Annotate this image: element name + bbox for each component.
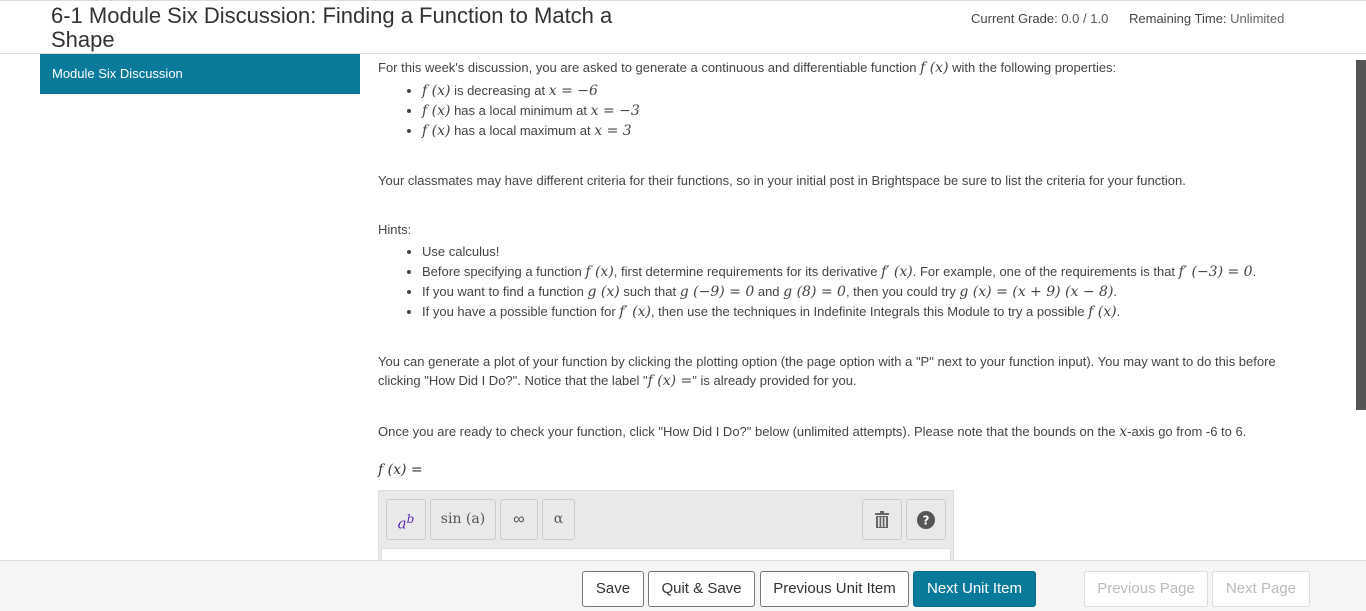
- help-icon: ?: [917, 511, 935, 529]
- footer-bar: Save Quit & Save Previous Unit Item Next…: [0, 560, 1366, 611]
- property-math: x = −3: [590, 103, 640, 119]
- page-title: 6-1 Module Six Discussion: Finding a Fun…: [51, 3, 613, 52]
- property-fx: f (x): [422, 103, 451, 119]
- hint-text: If you want to find a function: [422, 284, 588, 299]
- hint-math: f (x): [1088, 304, 1117, 320]
- hint-text: , then you could try: [845, 284, 960, 299]
- hint-text: . For example, one of the requirements i…: [912, 264, 1179, 279]
- property-text: is decreasing at: [450, 83, 549, 98]
- hint-text: , first determine requirements for its d…: [613, 264, 882, 279]
- hint-text: .: [1116, 304, 1121, 319]
- hint-math: f′ (x): [881, 264, 913, 280]
- intro-post: with the following properties:: [948, 60, 1117, 75]
- help-button[interactable]: ?: [906, 499, 946, 540]
- greek-button[interactable]: α: [542, 499, 575, 540]
- hint-text: .: [1252, 264, 1257, 279]
- hint-text: Use calculus!: [422, 244, 500, 259]
- property-math: x = 3: [594, 123, 632, 139]
- plot-text-b: " is already provided for you.: [692, 373, 857, 388]
- hint-math: f′ (−3) = 0: [1178, 264, 1253, 280]
- next-unit-item-button[interactable]: Next Unit Item: [913, 571, 1036, 607]
- property-text: has a local minimum at: [450, 103, 591, 118]
- hint-math: g (x) = (x + 9) (x − 8): [959, 284, 1114, 300]
- quit-and-save-button[interactable]: Quit & Save: [648, 571, 755, 607]
- svg-text:?: ?: [923, 514, 930, 528]
- hint-text: If you have a possible function for: [422, 304, 620, 319]
- remaining-time-label: Remaining Time:: [1129, 11, 1227, 26]
- infinity-button[interactable]: ∞: [500, 499, 538, 540]
- property-fx: f (x): [422, 123, 451, 139]
- sidebar-item-module-six-discussion[interactable]: Module Six Discussion: [40, 54, 360, 94]
- next-page-button[interactable]: Next Page: [1212, 571, 1310, 607]
- property-text: has a local maximum at: [450, 123, 595, 138]
- sin-button[interactable]: sin (a): [430, 499, 496, 540]
- hint-text: Before specifying a function: [422, 264, 586, 279]
- power-button[interactable]: ab: [386, 499, 426, 540]
- check-text-b: -axis go from -6 to 6.: [1127, 424, 1247, 439]
- intro-pre: For this week's discussion, you are aske…: [378, 60, 921, 75]
- list-item: Use calculus!: [422, 242, 1318, 262]
- check-text: Once you are ready to check your functio…: [378, 422, 1318, 442]
- hint-text: and: [754, 284, 784, 299]
- list-item: f (x) has a local maximum at x = 3: [422, 121, 1318, 141]
- intro-text: For this week's discussion, you are aske…: [378, 58, 1318, 78]
- list-item: f (x) has a local minimum at x = −3: [422, 101, 1318, 121]
- grade-value: 0.0 / 1.0: [1061, 11, 1109, 26]
- hint-text: such that: [619, 284, 680, 299]
- hints-list: Use calculus! Before specifying a functi…: [378, 242, 1318, 322]
- hint-math: g (x): [587, 284, 620, 300]
- list-item: f (x) is decreasing at x = −6: [422, 81, 1318, 101]
- page-header: 6-1 Module Six Discussion: Finding a Fun…: [0, 0, 1366, 54]
- clear-button[interactable]: [862, 499, 902, 540]
- answer-label: f (x) =: [378, 462, 423, 478]
- previous-page-button[interactable]: Previous Page: [1084, 571, 1208, 607]
- math-editor: ab sin (a) ∞ α ?: [378, 490, 954, 568]
- save-button[interactable]: Save: [582, 571, 644, 607]
- hint-text: .: [1113, 284, 1118, 299]
- remaining-time-value: Unlimited: [1230, 11, 1285, 26]
- intro-fx: f (x): [920, 60, 949, 76]
- check-text-a: Once you are ready to check your functio…: [378, 424, 1120, 439]
- hints-label: Hints:: [378, 222, 412, 237]
- hint-math: f (x): [585, 264, 614, 280]
- hint-math: g (8) = 0: [783, 284, 846, 300]
- check-x: x: [1119, 424, 1128, 440]
- power-base: a: [397, 514, 407, 533]
- list-item: Before specifying a function f (x), firs…: [422, 262, 1318, 282]
- list-item: If you want to find a function g (x) suc…: [422, 282, 1318, 302]
- list-item: If you have a possible function for f′ (…: [422, 302, 1318, 322]
- property-fx: f (x): [422, 83, 451, 99]
- previous-unit-item-button[interactable]: Previous Unit Item: [760, 571, 909, 607]
- plot-fx: f (x) =: [647, 373, 693, 389]
- property-math: x = −6: [548, 83, 598, 99]
- classmates-text: Your classmates may have different crite…: [378, 173, 1186, 188]
- hint-math: f′ (x): [619, 304, 651, 320]
- trash-icon: [875, 511, 889, 528]
- hint-text: , then use the techniques in Indefinite …: [650, 304, 1089, 319]
- power-exp: b: [406, 512, 415, 526]
- current-grade: Current Grade: 0.0 / 1.0: [971, 11, 1108, 26]
- plot-text: You can generate a plot of your function…: [378, 352, 1318, 391]
- hint-math: g (−9) = 0: [679, 284, 755, 300]
- properties-list: f (x) is decreasing at x = −6 f (x) has …: [378, 81, 1318, 141]
- grade-label: Current Grade:: [971, 11, 1058, 26]
- scrollbar-thumb[interactable]: [1356, 60, 1366, 410]
- remaining-time: Remaining Time: Unlimited: [1129, 11, 1284, 26]
- question-content: For this week's discussion, you are aske…: [378, 58, 1318, 442]
